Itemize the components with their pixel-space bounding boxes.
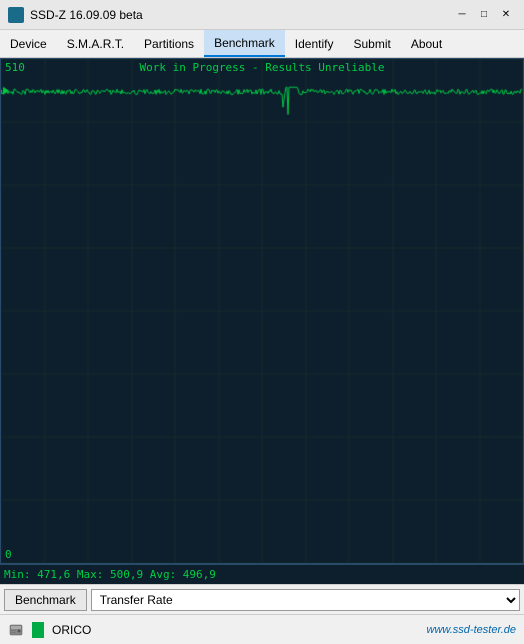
chart-area: 510 Work in Progress - Results Unreliabl… [0, 58, 524, 564]
main-content: 510 Work in Progress - Results Unreliabl… [0, 58, 524, 584]
menu-smart[interactable]: S.M.A.R.T. [57, 30, 134, 57]
transfer-type-dropdown[interactable]: Transfer Rate Random Read Random Write S… [91, 589, 520, 611]
benchmark-chart [1, 59, 523, 563]
menu-about[interactable]: About [401, 30, 452, 57]
title-bar: SSD-Z 16.09.09 beta ─ □ ✕ [0, 0, 524, 30]
menu-partitions[interactable]: Partitions [134, 30, 204, 57]
drive-name: ORICO [52, 623, 419, 637]
menu-device[interactable]: Device [0, 30, 57, 57]
menu-submit[interactable]: Submit [343, 30, 400, 57]
chart-title: Work in Progress - Results Unreliable [1, 61, 523, 74]
website-link: www.ssd-tester.de [427, 624, 516, 636]
menu-benchmark[interactable]: Benchmark [204, 30, 285, 57]
menu-identify[interactable]: Identify [285, 30, 344, 57]
title-bar-text: SSD-Z 16.09.09 beta [30, 8, 452, 22]
minimize-button[interactable]: ─ [452, 6, 472, 24]
maximize-button[interactable]: □ [474, 6, 494, 24]
bottom-toolbar: Benchmark Transfer Rate Random Read Rand… [0, 584, 524, 614]
close-button[interactable]: ✕ [496, 6, 516, 24]
app-icon [8, 7, 24, 23]
chart-y-min-label: 0 [5, 548, 12, 561]
status-bar: ORICO www.ssd-tester.de [0, 614, 524, 644]
drive-icon [8, 622, 24, 638]
stats-text: Min: 471,6 Max: 500,9 Avg: 496,9 [4, 568, 216, 581]
window-controls: ─ □ ✕ [452, 6, 516, 24]
menu-bar: Device S.M.A.R.T. Partitions Benchmark I… [0, 30, 524, 58]
stats-bar: Min: 471,6 Max: 500,9 Avg: 496,9 [0, 564, 524, 584]
drive-status-indicator [32, 622, 44, 638]
benchmark-button[interactable]: Benchmark [4, 589, 87, 611]
